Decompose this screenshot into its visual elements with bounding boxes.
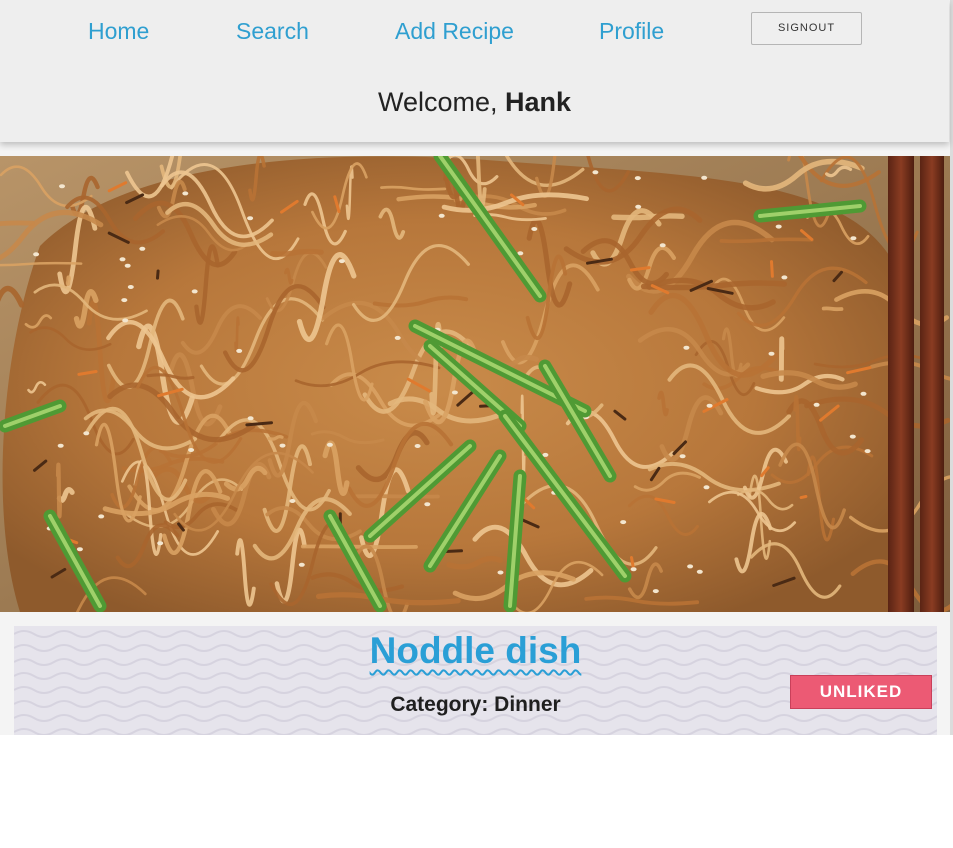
recipe-hero-image <box>0 156 950 612</box>
sesame-seed <box>247 416 254 421</box>
welcome-message: Welcome, Hank <box>0 87 949 118</box>
sesame-seed <box>33 252 40 257</box>
noodle-strand <box>65 275 71 287</box>
sesame-seed <box>127 285 134 289</box>
nav-link-home[interactable]: Home <box>88 18 149 45</box>
nav-link-profile[interactable]: Profile <box>599 18 664 45</box>
noodle-strand <box>300 544 418 549</box>
sesame-seed <box>139 246 146 251</box>
user-name: Hank <box>505 87 572 117</box>
signout-button[interactable]: SIGNOUT <box>751 12 862 45</box>
recipe-title-link[interactable]: Noddle dish <box>14 630 937 672</box>
sesame-seed <box>98 514 105 519</box>
page: Home Search Add Recipe Profile SIGNOUT W… <box>0 0 953 848</box>
noodle-strand <box>719 237 814 244</box>
sesame-seed <box>289 499 296 503</box>
sesame-seed <box>424 502 431 507</box>
sesame-seed <box>860 391 867 396</box>
sesame-seed <box>122 318 129 323</box>
noodle-strand <box>0 220 35 227</box>
noodle-photo <box>0 156 950 612</box>
sesame-seed <box>592 170 599 175</box>
sesame-seed <box>620 520 627 525</box>
sesame-seed <box>394 335 401 340</box>
sesame-seed <box>850 236 857 241</box>
sesame-seed <box>630 567 637 572</box>
sesame-seed <box>634 176 641 181</box>
welcome-prefix: Welcome, <box>377 87 498 117</box>
noodle-strand <box>821 306 844 312</box>
sesame-seed <box>438 213 445 218</box>
sesame-seed <box>659 243 666 248</box>
noodle-strand <box>270 248 324 257</box>
sesame-seed <box>191 289 198 294</box>
sesame-seed <box>864 449 871 454</box>
sesame-seed <box>338 259 345 264</box>
sesame-seed <box>701 175 708 180</box>
nav-link-search[interactable]: Search <box>236 18 309 45</box>
sesame-seed <box>813 402 820 407</box>
sesame-seed <box>683 345 690 350</box>
sesame-seed <box>124 263 131 268</box>
sesame-seed <box>531 227 538 231</box>
sesame-seed <box>298 562 305 567</box>
sesame-seed <box>635 204 642 209</box>
sesame-seed <box>326 442 333 447</box>
sesame-seed <box>279 443 286 448</box>
sesame-seed <box>768 351 775 356</box>
sesame-seed <box>414 444 421 448</box>
sesame-seed <box>497 570 504 575</box>
noodle-strand <box>55 462 63 519</box>
sesame-seed <box>696 569 703 574</box>
sesame-seed <box>687 564 694 569</box>
sesame-seed <box>706 403 713 408</box>
header: Home Search Add Recipe Profile SIGNOUT W… <box>0 0 949 142</box>
nav-link-add-recipe[interactable]: Add Recipe <box>395 18 514 45</box>
sesame-seed <box>119 257 126 262</box>
sesame-seed <box>188 448 195 452</box>
sesame-seed <box>849 434 856 439</box>
sesame-seed <box>652 589 659 594</box>
sesame-seed <box>57 443 64 448</box>
carrot-shred <box>799 495 808 500</box>
sesame-seed <box>83 431 90 436</box>
sesame-seed <box>775 224 782 229</box>
sesame-seed <box>59 184 65 189</box>
sesame-seed <box>182 191 189 196</box>
noodle-strand <box>611 213 685 221</box>
sesame-seed <box>703 485 710 490</box>
carrot-shred <box>770 260 774 278</box>
sesame-seed <box>451 390 458 395</box>
sesame-seed <box>247 216 254 221</box>
carrot-shred <box>630 556 635 570</box>
wave-line <box>14 728 937 735</box>
sesame-seed <box>76 547 83 552</box>
sesame-seed <box>121 298 128 303</box>
sesame-seed <box>236 348 243 353</box>
sesame-seed <box>679 454 686 459</box>
like-toggle-button[interactable]: UNLIKED <box>790 675 932 709</box>
sauce-streak <box>156 269 160 280</box>
sesame-seed <box>157 541 164 546</box>
recipe-card: Noddle dish Category: Dinner UNLIKED <box>14 626 937 735</box>
sesame-seed <box>781 275 788 280</box>
